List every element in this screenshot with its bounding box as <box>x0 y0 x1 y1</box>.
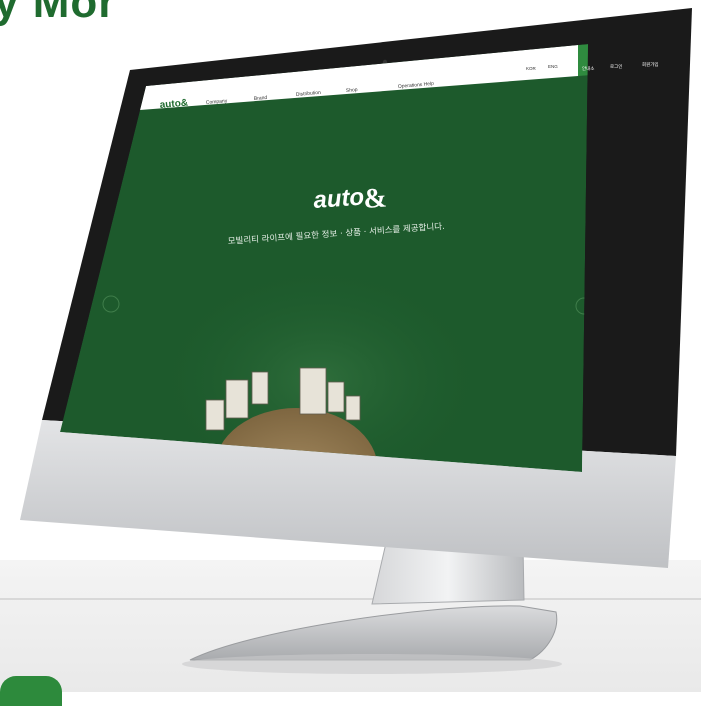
hero-brand: auto <box>313 184 365 214</box>
nav-item-3[interactable]: Shop <box>346 87 358 94</box>
side-button-1[interactable]: 로그인 <box>610 63 622 70</box>
lang-kor[interactable]: KOR <box>526 66 537 71</box>
side-button-2[interactable]: 회원가입 <box>642 61 659 68</box>
corner-badge <box>0 676 62 706</box>
nav-item-1[interactable]: Brand <box>254 95 268 102</box>
lang-eng[interactable]: ENG <box>548 64 558 69</box>
hero-brand-mark: & <box>362 182 387 215</box>
side-button-0[interactable]: 안내소 <box>582 65 594 72</box>
imac-illustration: auto& Company BrandDistribution ShopOperat… <box>20 8 692 674</box>
stand-base <box>189 605 558 661</box>
